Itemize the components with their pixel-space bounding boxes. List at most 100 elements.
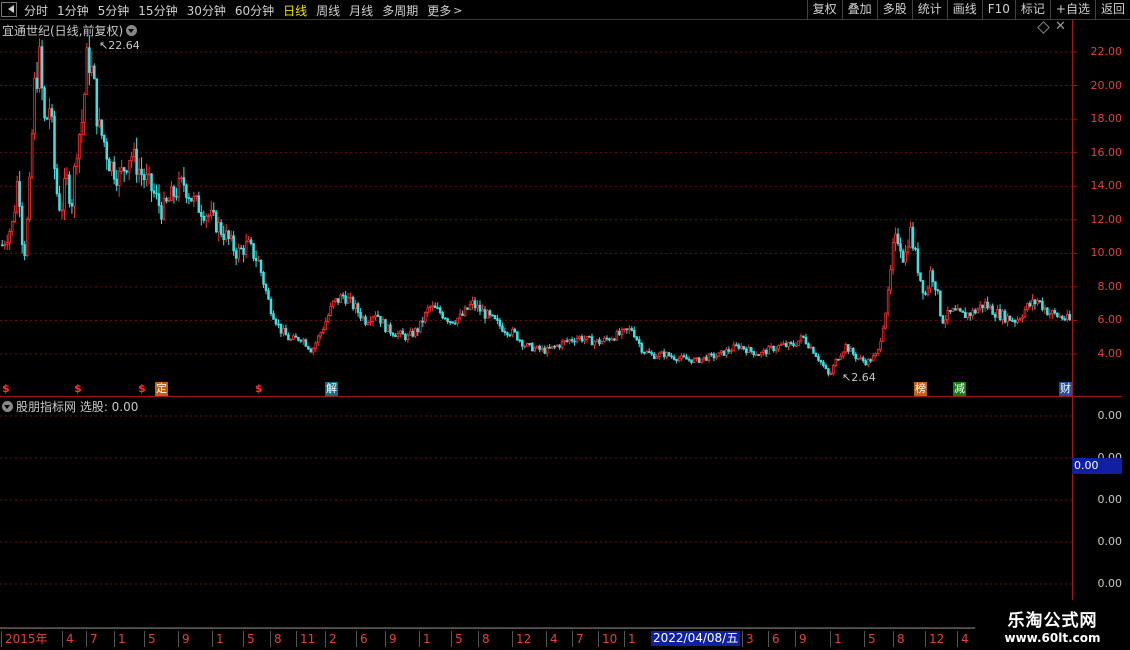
event-marker[interactable]: $ (254, 382, 264, 396)
close-icon[interactable]: ✕ (1055, 19, 1066, 34)
candle-body (5, 242, 9, 245)
toolbar-action-0[interactable]: 复权 (806, 0, 842, 20)
time-tick: 8 (270, 631, 282, 647)
title-dropdown-icon[interactable] (126, 25, 138, 36)
candle-body (112, 161, 116, 180)
candle-body (501, 325, 504, 332)
toolbar-action-1[interactable]: 叠加 (841, 0, 877, 20)
price-axis-label: 6.00 (1097, 313, 1123, 327)
menu-toggle-icon[interactable] (1, 2, 17, 17)
candle-body (926, 287, 930, 295)
candle-body (1061, 315, 1064, 320)
candle-body (896, 233, 900, 245)
candle-body (931, 270, 935, 283)
period-tab-2[interactable]: 5分钟 (98, 2, 130, 19)
candle-body (48, 108, 51, 120)
event-marker[interactable]: $ (73, 382, 83, 396)
toolbar-action-7[interactable]: +自选 (1049, 0, 1095, 20)
low-annotation-value: 2.64 (851, 371, 876, 384)
period-tab-0[interactable]: 分时 (24, 2, 48, 19)
time-tick: 8 (893, 631, 905, 647)
candle-body (1021, 316, 1024, 320)
candle-body (1065, 314, 1069, 320)
period-tab-6[interactable]: 日线 (283, 2, 307, 19)
event-marker[interactable]: 榜 (914, 382, 927, 396)
event-marker[interactable]: 减 (953, 382, 966, 396)
candle-body (819, 359, 823, 363)
indicator-dropdown-icon[interactable] (2, 401, 13, 412)
period-tab-5[interactable]: 60分钟 (235, 2, 274, 19)
time-tick: 11 (296, 631, 315, 647)
period-tab-7[interactable]: 周线 (316, 2, 340, 19)
candle-body (476, 304, 479, 309)
toolbar-action-4[interactable]: 画线 (946, 0, 982, 20)
period-tab-9[interactable]: 多周期 (382, 2, 418, 19)
time-tick: 5 (451, 631, 463, 647)
watermark-url: www.60lt.com (1004, 631, 1101, 645)
event-marker[interactable]: 财 (1059, 382, 1072, 396)
candle-body (976, 308, 979, 314)
indicator-axis-label: 0.00 (1097, 409, 1123, 422)
candle-body (834, 358, 838, 366)
candle-body (814, 352, 818, 357)
period-tab-8[interactable]: 月线 (349, 2, 373, 19)
candle-body (13, 211, 16, 222)
indicator-axis-label: 0.00 (1097, 493, 1123, 506)
candle-body (122, 167, 126, 172)
high-annotation: ↖22.64 (99, 39, 140, 52)
toolbar-action-6[interactable]: 标记 (1014, 0, 1050, 20)
candle-body (647, 351, 651, 354)
candle-body (511, 328, 514, 336)
candle-body (767, 346, 770, 355)
candle-body (200, 212, 203, 217)
candle-body (580, 336, 584, 342)
candle-body (869, 359, 872, 362)
time-tick: 4 (957, 631, 969, 647)
candle-body (1033, 299, 1037, 305)
candle-body (837, 358, 840, 361)
candle-body (642, 351, 646, 354)
candle-body (986, 301, 989, 309)
toolbar-action-2[interactable]: 多股 (876, 0, 912, 20)
candle-body (675, 359, 678, 362)
candle-body (53, 115, 56, 170)
candle-body (548, 346, 551, 349)
event-marker[interactable]: $ (137, 382, 147, 396)
candle-body (973, 309, 977, 314)
event-marker[interactable]: $ (1, 382, 11, 396)
candle-body (433, 305, 437, 309)
candle-body (43, 87, 46, 119)
toolbar-action-5[interactable]: F10 (981, 0, 1015, 20)
candle-body (740, 346, 743, 349)
candle-body (426, 307, 430, 313)
candle-body (309, 348, 313, 353)
candle-body (468, 304, 472, 310)
candle-body (782, 343, 785, 345)
period-tab-3[interactable]: 15分钟 (138, 2, 177, 19)
period-tab-10[interactable]: 更多 (427, 2, 451, 19)
candle-body (63, 178, 66, 211)
candle-body (949, 310, 952, 312)
time-tick: 1 (419, 631, 431, 647)
period-tab-4[interactable]: 30分钟 (187, 2, 226, 19)
kline-chart[interactable] (0, 20, 1130, 628)
candle-body (600, 341, 604, 345)
time-tick: 10 (598, 631, 617, 647)
more-arrow-icon[interactable]: > (453, 4, 462, 17)
candle-body (792, 343, 795, 346)
candle-body (526, 343, 529, 347)
candle-body (157, 193, 161, 207)
event-marker[interactable]: 定 (155, 382, 168, 396)
period-tab-1[interactable]: 1分钟 (57, 2, 89, 19)
event-marker[interactable]: 解 (325, 382, 338, 396)
toolbar-action-8[interactable]: 返回 (1094, 0, 1130, 20)
toolbar-action-3[interactable]: 统计 (911, 0, 947, 20)
candle-body (197, 195, 201, 213)
candle-body (866, 359, 870, 366)
candle-body (10, 221, 14, 232)
time-tick: 4 (546, 631, 558, 647)
candle-body (428, 306, 432, 309)
candle-body (1006, 315, 1009, 323)
candle-body (958, 308, 962, 312)
candle-body (341, 294, 345, 297)
